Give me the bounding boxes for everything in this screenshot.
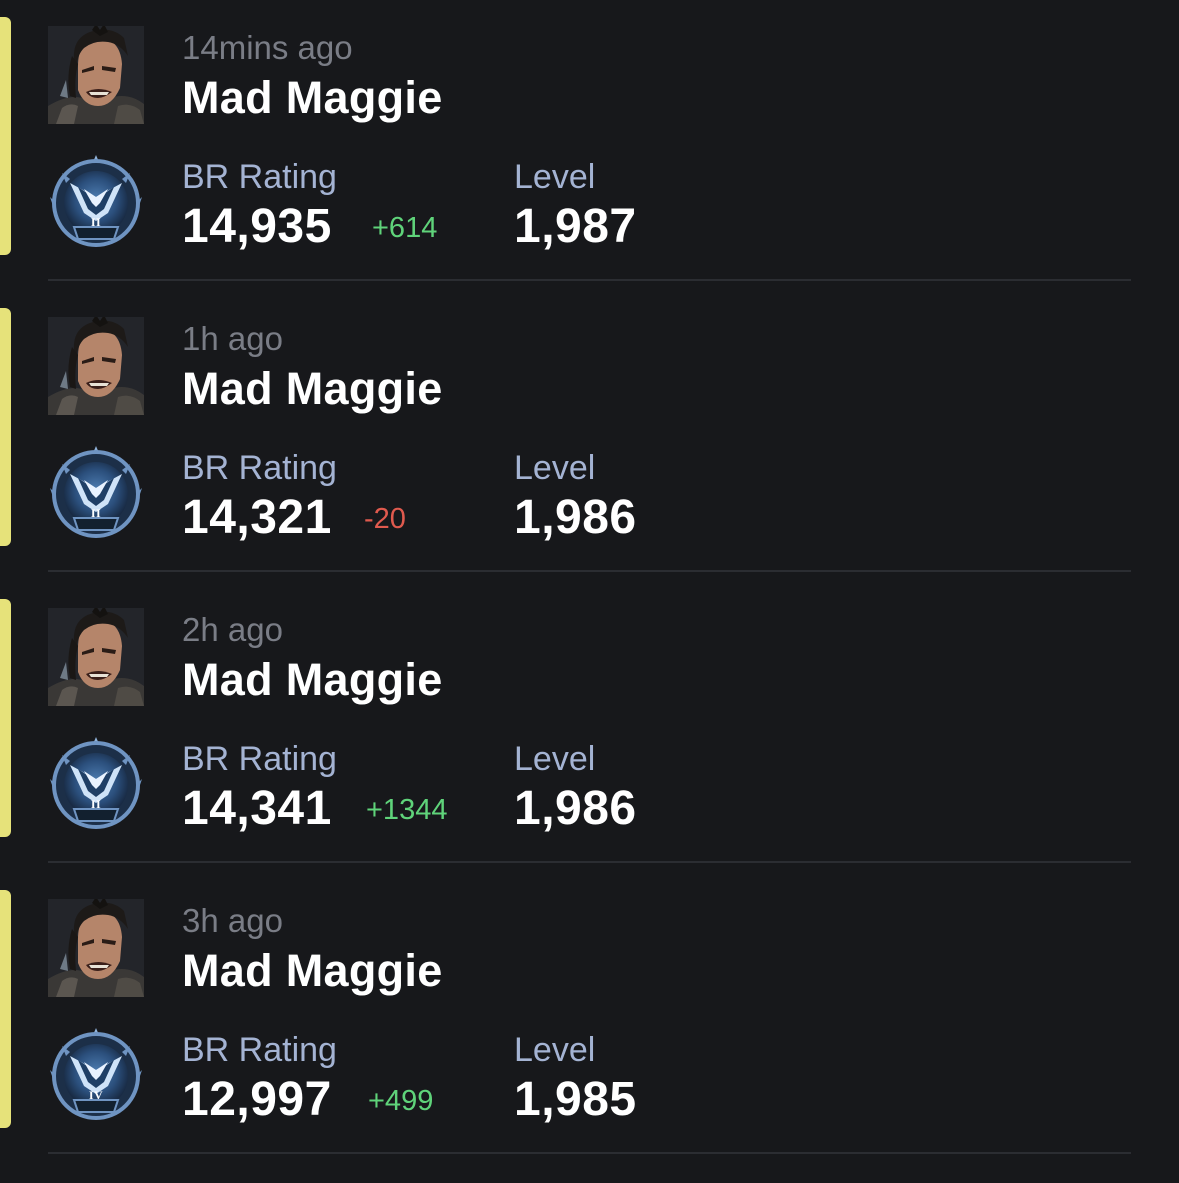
rank-badge-icon: II	[48, 735, 144, 835]
card-divider	[48, 279, 1131, 281]
card-divider	[48, 570, 1131, 572]
legend-name: Mad Maggie	[182, 654, 443, 705]
rank-badge-icon: II	[48, 153, 144, 253]
rating-change: +1344	[366, 794, 448, 826]
match-accent-bar	[0, 599, 11, 837]
rating-change: +614	[372, 212, 438, 244]
match-accent-bar	[0, 890, 11, 1128]
legend-avatar	[48, 899, 144, 997]
br-rating-label: BR Rating	[182, 158, 337, 196]
match-history-list: 14mins ago Mad Maggie II BR Rating 14,93…	[0, 0, 1179, 1183]
legend-avatar	[48, 317, 144, 415]
rank-tier-label: II	[90, 215, 102, 229]
level-value: 1,985	[514, 1073, 637, 1126]
match-card[interactable]: 1h ago Mad Maggie II BR Rating 14,321 -2…	[0, 291, 1179, 582]
match-timestamp: 2h ago	[182, 611, 283, 648]
level-label: Level	[514, 158, 596, 196]
match-timestamp: 3h ago	[182, 902, 283, 939]
match-card[interactable]: 2h ago Mad Maggie II BR Rating 14,341 +1…	[0, 582, 1179, 873]
match-accent-bar	[0, 17, 11, 255]
rating-change: +499	[368, 1085, 434, 1117]
level-value: 1,987	[514, 200, 637, 253]
match-card[interactable]: 3h ago Mad Maggie IV BR Rating 12,997 +4…	[0, 873, 1179, 1164]
br-rating-label: BR Rating	[182, 449, 337, 487]
legend-name: Mad Maggie	[182, 945, 443, 996]
match-card[interactable]: 14mins ago Mad Maggie II BR Rating 14,93…	[0, 0, 1179, 291]
legend-name: Mad Maggie	[182, 363, 443, 414]
br-rating-value: 14,341	[182, 782, 332, 835]
level-value: 1,986	[514, 782, 637, 835]
rating-change: -20	[364, 503, 406, 535]
br-rating-value: 14,321	[182, 491, 332, 544]
card-divider	[48, 861, 1131, 863]
legend-avatar	[48, 26, 144, 124]
rank-badge-icon: II	[48, 444, 144, 544]
br-rating-value: 12,997	[182, 1073, 332, 1126]
rank-tier-label: IV	[88, 1088, 104, 1102]
rank-badge-icon: IV	[48, 1026, 144, 1126]
br-rating-label: BR Rating	[182, 740, 337, 778]
level-value: 1,986	[514, 491, 637, 544]
match-timestamp: 1h ago	[182, 320, 283, 357]
level-label: Level	[514, 740, 596, 778]
card-divider	[48, 1152, 1131, 1154]
level-label: Level	[514, 449, 596, 487]
rank-tier-label: II	[90, 797, 102, 811]
br-rating-label: BR Rating	[182, 1031, 337, 1069]
legend-name: Mad Maggie	[182, 72, 443, 123]
level-label: Level	[514, 1031, 596, 1069]
match-accent-bar	[0, 308, 11, 546]
rank-tier-label: II	[90, 506, 102, 520]
legend-avatar	[48, 608, 144, 706]
match-timestamp: 14mins ago	[182, 29, 353, 66]
br-rating-value: 14,935	[182, 200, 332, 253]
